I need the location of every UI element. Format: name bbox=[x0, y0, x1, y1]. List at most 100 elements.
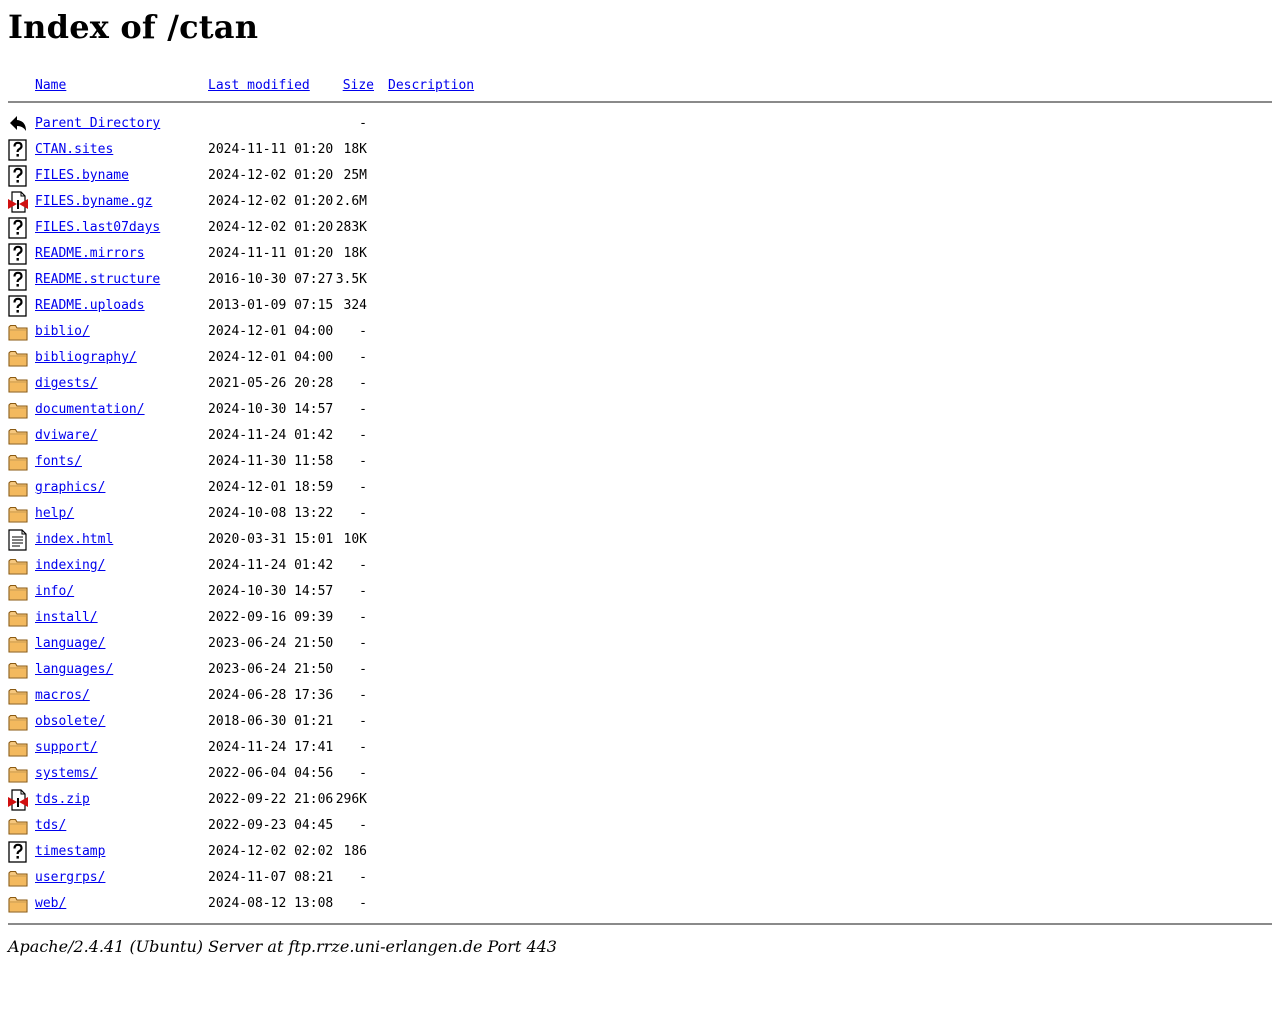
entry-name-link[interactable]: README.uploads bbox=[35, 298, 145, 314]
entry-name-link[interactable]: usergrps/ bbox=[35, 870, 105, 886]
back-arrow-icon bbox=[10, 116, 26, 131]
entry-size: - bbox=[359, 662, 367, 677]
entry-name-link[interactable]: tds/ bbox=[35, 818, 66, 834]
entry-name-link[interactable]: digests/ bbox=[35, 376, 98, 392]
folder-icon bbox=[8, 425, 28, 447]
entry-rows: Parent Directory - CTAN.sites 2024-11-11 01… bbox=[8, 113, 1272, 919]
unknown-file-icon bbox=[8, 243, 27, 265]
folder-icon bbox=[8, 688, 28, 705]
entry-name-link[interactable]: bibliography/ bbox=[35, 350, 137, 366]
folder-icon bbox=[8, 633, 28, 655]
table-row: bibliography/2024-12-01 04:00 - bbox=[8, 347, 1272, 373]
entry-name-link[interactable]: info/ bbox=[35, 584, 74, 600]
entry-name-link[interactable]: biblio/ bbox=[35, 324, 90, 340]
table-row: info/2024-10-30 14:57 - bbox=[8, 581, 1272, 607]
table-row: README.structure 2016-10-30 07:27 3.5K bbox=[8, 269, 1272, 295]
entry-name-link[interactable]: help/ bbox=[35, 506, 74, 522]
entry-name-link[interactable]: indexing/ bbox=[35, 558, 105, 574]
entry-name-link[interactable]: install/ bbox=[35, 610, 98, 626]
entry-size: - bbox=[359, 350, 367, 365]
table-row: indexing/2024-11-24 01:42 - bbox=[8, 555, 1272, 581]
folder-icon bbox=[8, 711, 28, 733]
entry-size: 25M bbox=[343, 168, 367, 183]
folder-icon bbox=[8, 581, 28, 603]
table-row: CTAN.sites 2024-11-11 01:20 18K bbox=[8, 139, 1272, 165]
folder-icon bbox=[8, 428, 28, 445]
sort-by-size-link[interactable]: Size bbox=[338, 78, 374, 94]
parent-directory-link[interactable]: Parent Directory bbox=[35, 116, 160, 132]
entry-last-modified: 2022-09-23 04:45 bbox=[208, 818, 334, 833]
entry-last-modified: 2013-01-09 07:15 bbox=[208, 298, 334, 313]
entry-last-modified: 2022-09-22 21:06 bbox=[208, 792, 334, 807]
entry-size: 2.6M bbox=[335, 194, 367, 209]
folder-icon bbox=[8, 815, 28, 837]
entry-name-link[interactable]: timestamp bbox=[35, 844, 105, 860]
folder-icon bbox=[8, 347, 28, 369]
table-row: systems/2022-06-04 04:56 - bbox=[8, 763, 1272, 789]
folder-icon bbox=[8, 480, 28, 497]
entry-last-modified: 2024-12-02 02:02 bbox=[208, 844, 334, 859]
unknown-file-icon bbox=[8, 217, 28, 239]
entry-name-link[interactable]: dviware/ bbox=[35, 428, 98, 444]
directory-index-page: Index of /ctan Name Last modified Size D… bbox=[8, 0, 1272, 956]
entry-size: 296K bbox=[335, 792, 367, 807]
table-row: install/2022-09-16 09:39 - bbox=[8, 607, 1272, 633]
entry-size: - bbox=[359, 558, 367, 573]
bottom-divider bbox=[8, 923, 1272, 925]
entry-name-link[interactable]: web/ bbox=[35, 896, 66, 912]
entry-name-link[interactable]: support/ bbox=[35, 740, 98, 756]
entry-size: - bbox=[359, 428, 367, 443]
sort-by-modified-link[interactable]: Last modified bbox=[208, 78, 310, 94]
folder-icon bbox=[8, 685, 28, 707]
entry-name-link[interactable]: CTAN.sites bbox=[35, 142, 113, 158]
entry-name-link[interactable]: obsolete/ bbox=[35, 714, 105, 730]
entry-name-link[interactable]: graphics/ bbox=[35, 480, 105, 496]
entry-name-link[interactable]: systems/ bbox=[35, 766, 98, 782]
entry-name-link[interactable]: FILES.last07days bbox=[35, 220, 160, 236]
table-row: biblio/2024-12-01 04:00 - bbox=[8, 321, 1272, 347]
entry-name-link[interactable]: FILES.byname bbox=[35, 168, 129, 184]
folder-icon bbox=[8, 506, 28, 523]
folder-icon bbox=[8, 555, 28, 577]
server-signature: Apache/2.4.41 (Ubuntu) Server at ftp.rrz… bbox=[8, 937, 557, 956]
folder-icon bbox=[8, 558, 28, 575]
table-row: web/2024-08-12 13:08 - bbox=[8, 893, 1272, 919]
compressed-file-icon bbox=[8, 191, 28, 213]
entry-name-link[interactable]: languages/ bbox=[35, 662, 113, 678]
entry-name-link[interactable]: macros/ bbox=[35, 688, 90, 704]
entry-last-modified: 2022-09-16 09:39 bbox=[208, 610, 334, 625]
entry-last-modified: 2021-05-26 20:28 bbox=[208, 376, 334, 391]
folder-icon bbox=[8, 350, 28, 367]
sort-by-name-link[interactable]: Name bbox=[35, 78, 66, 94]
entry-size: 18K bbox=[343, 142, 367, 157]
entry-name-link[interactable]: tds.zip bbox=[35, 792, 90, 808]
entry-name-link[interactable]: README.structure bbox=[35, 272, 160, 288]
sort-by-description-link[interactable]: Description bbox=[388, 78, 474, 94]
unknown-file-icon bbox=[8, 269, 27, 291]
entry-size: - bbox=[359, 116, 367, 131]
entry-name-link[interactable]: documentation/ bbox=[35, 402, 145, 418]
entry-last-modified: 2024-11-07 08:21 bbox=[208, 870, 334, 885]
unknown-file-icon bbox=[8, 295, 28, 317]
folder-icon bbox=[8, 714, 28, 731]
folder-icon bbox=[8, 451, 28, 473]
entry-size: - bbox=[359, 480, 367, 495]
entry-size: 18K bbox=[343, 246, 367, 261]
entry-name-link[interactable]: language/ bbox=[35, 636, 105, 652]
unknown-file-icon bbox=[8, 139, 28, 161]
folder-icon bbox=[8, 399, 28, 421]
folder-icon bbox=[8, 659, 28, 681]
back-arrow-icon bbox=[8, 113, 28, 135]
entry-last-modified: 2024-10-30 14:57 bbox=[208, 402, 334, 417]
unknown-file-icon bbox=[8, 295, 27, 317]
entry-last-modified: 2024-12-02 01:20 bbox=[208, 168, 334, 183]
entry-size: - bbox=[359, 740, 367, 755]
entry-size: 3.5K bbox=[335, 272, 367, 287]
table-row: tds.zip 2022-09-22 21:06 296K bbox=[8, 789, 1272, 815]
entry-name-link[interactable]: FILES.byname.gz bbox=[35, 194, 152, 210]
entry-name-link[interactable]: index.html bbox=[35, 532, 113, 548]
entry-name-link[interactable]: fonts/ bbox=[35, 454, 82, 470]
entry-name-link[interactable]: README.mirrors bbox=[35, 246, 145, 262]
entry-last-modified: 2024-12-01 04:00 bbox=[208, 350, 334, 365]
table-row: macros/2024-06-28 17:36 - bbox=[8, 685, 1272, 711]
